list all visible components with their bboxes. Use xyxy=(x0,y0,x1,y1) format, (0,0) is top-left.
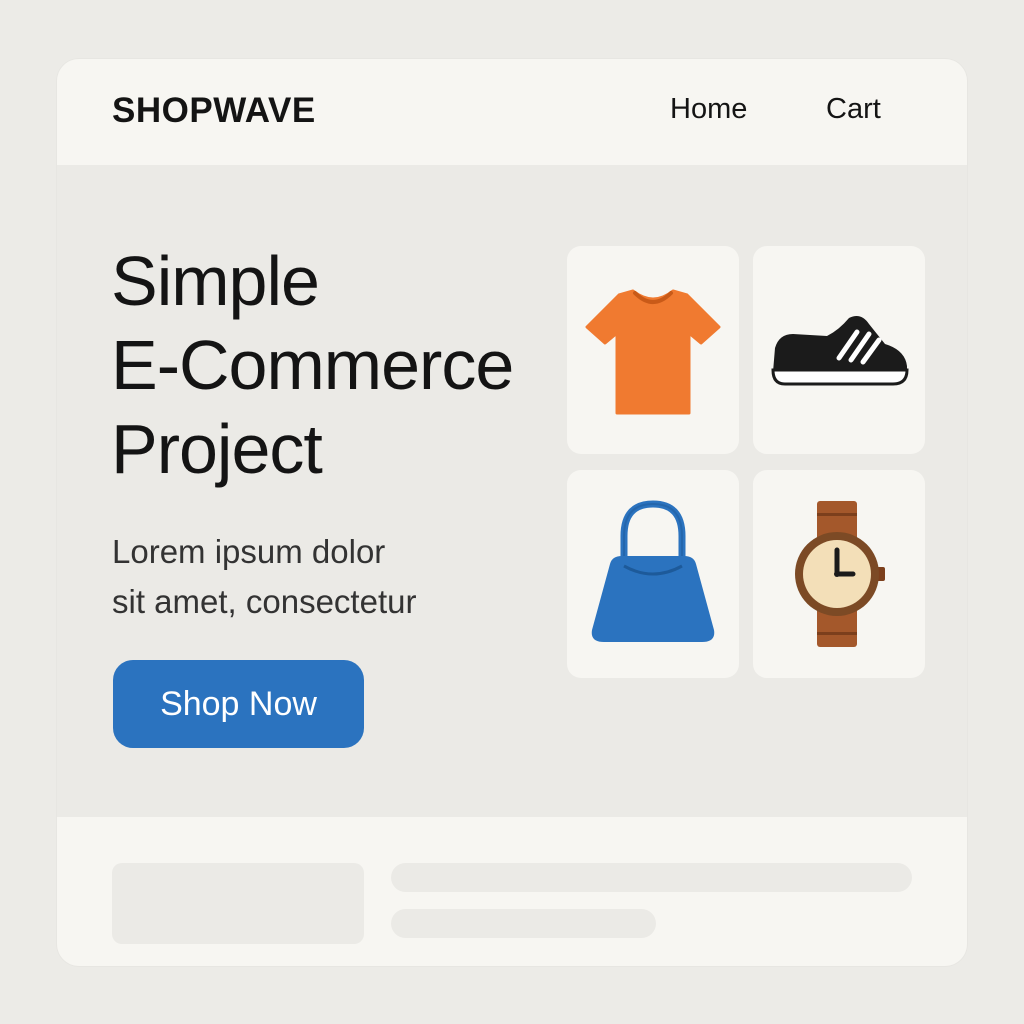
product-card-handbag[interactable] xyxy=(567,470,739,678)
wristwatch-icon xyxy=(795,501,885,647)
hero-title-line: E-Commerce xyxy=(111,326,514,404)
footer-placeholder xyxy=(57,817,967,966)
nav-link-home[interactable]: Home xyxy=(670,93,747,126)
sneaker-icon xyxy=(771,316,909,386)
nav-link-cart[interactable]: Cart xyxy=(826,93,881,126)
hero-description: Lorem ipsum dolor sit amet, consectetur xyxy=(112,527,416,627)
hero-title-line: Simple xyxy=(111,242,320,320)
hero-description-line: Lorem ipsum dolor xyxy=(112,533,386,570)
navbar: SHOPWAVE Home Cart xyxy=(57,59,967,165)
product-card-tshirt[interactable] xyxy=(567,246,739,454)
shop-now-button[interactable]: Shop Now xyxy=(113,660,364,748)
hero-title-line: Project xyxy=(111,410,323,488)
product-card-sneaker[interactable] xyxy=(753,246,925,454)
placeholder-box xyxy=(112,863,364,944)
hero-title: Simple E-Commerce Project xyxy=(111,239,514,491)
placeholder-line xyxy=(391,863,912,892)
product-card-watch[interactable] xyxy=(753,470,925,678)
handbag-icon xyxy=(591,500,715,642)
logo[interactable]: SHOPWAVE xyxy=(112,91,316,131)
hero-description-line: sit amet, consectetur xyxy=(112,583,417,620)
t-shirt-icon xyxy=(585,289,721,415)
placeholder-line xyxy=(391,909,656,938)
app-window: SHOPWAVE Home Cart Simple E-Commerce Pro… xyxy=(57,59,967,966)
